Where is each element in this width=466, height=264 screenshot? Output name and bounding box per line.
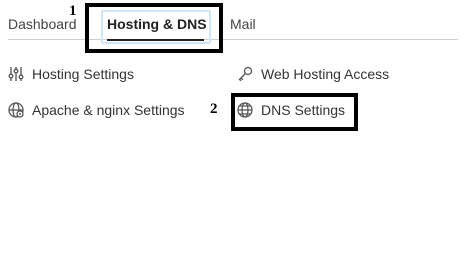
apache-nginx-settings-label: Apache & nginx Settings [32, 102, 185, 118]
tab-bar-divider [8, 39, 458, 40]
web-hosting-access-link[interactable]: Web Hosting Access [236, 65, 389, 83]
apache-nginx-settings-link[interactable]: Apache & nginx Settings [7, 101, 185, 119]
tab-mail[interactable]: Mail [230, 16, 256, 32]
gear-globe-icon [7, 101, 25, 119]
annotation-number-2: 2 [210, 101, 218, 117]
key-icon [236, 65, 254, 83]
hosting-settings-label: Hosting Settings [32, 66, 134, 82]
sliders-icon [7, 65, 25, 83]
web-hosting-access-label: Web Hosting Access [261, 66, 390, 82]
hosting-settings-link[interactable]: Hosting Settings [7, 65, 134, 83]
annotation-box-2 [231, 93, 358, 131]
tab-dashboard[interactable]: Dashboard [8, 16, 77, 32]
annotation-box-1 [85, 3, 223, 53]
annotation-number-1: 1 [69, 3, 77, 19]
